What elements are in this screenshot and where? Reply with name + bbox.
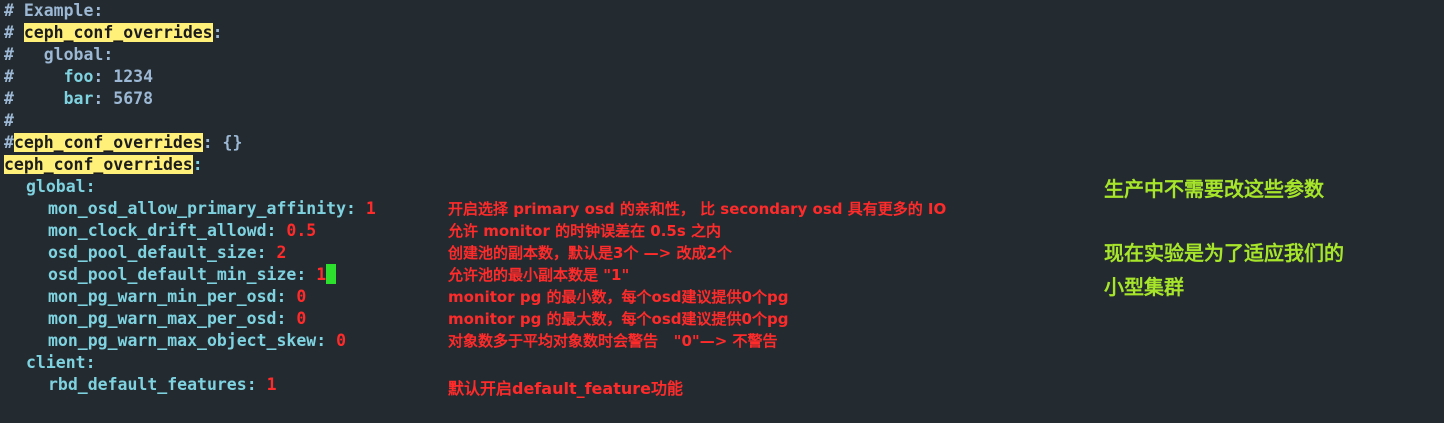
comment-example: # Example: [4, 1, 104, 20]
comment-hash: # [4, 23, 14, 42]
colon: : [212, 23, 223, 42]
comment-global: # global: [4, 45, 114, 64]
side-note-line-3: 小型集群 [1104, 275, 1184, 299]
param-line: osd_pool_default_size: 2 [48, 243, 287, 262]
comment-foo: # foo: 1234 [4, 66, 376, 88]
global-section: global: [26, 177, 96, 196]
param-key: mon_pg_warn_max_object_skew [48, 331, 317, 350]
param-value: 0 [296, 287, 307, 306]
client-section: client: [26, 353, 96, 372]
annotation-rbd-features: 默认开启default_feature功能 [448, 379, 683, 398]
param-value: 1 [316, 265, 327, 284]
commented-default: #ceph_conf_overrides: {} [4, 132, 376, 154]
side-note-line-2: 现在实验是为了适应我们的 [1104, 241, 1344, 265]
param-line: osd_pool_default_min_size: 1 [4, 264, 376, 286]
highlighted-key: ceph_conf_overrides [13, 133, 203, 152]
comment-hash: # [4, 133, 14, 152]
param-line: mon_pg_warn_min_per_osd: 0 [48, 287, 307, 306]
param-key: mon_clock_drift_allowd [48, 221, 267, 240]
param-line: mon_osd_allow_primary_affinity: 1 [48, 199, 376, 218]
param-line: mon_pg_warn_max_per_osd: 0 [48, 309, 307, 328]
yaml-editor[interactable]: # Example: # ceph_conf_overrides: # glob… [4, 0, 376, 396]
comment-bar: # bar: 5678 [4, 88, 376, 110]
annotation-pg-max: monitor pg 的最大数，每个osd建议提供0个pg [448, 310, 789, 328]
text-cursor [326, 264, 337, 284]
comment-bar-value: : 5678 [93, 89, 154, 108]
param-value: 1 [266, 375, 277, 394]
param-key: mon_pg_warn_max_per_osd [48, 309, 277, 328]
side-note-line-1: 生产中不需要改这些参数 [1104, 177, 1324, 201]
param-key: mon_pg_warn_min_per_osd [48, 287, 277, 306]
comment-ceph-conf-overrides: # ceph_conf_overrides: [4, 22, 376, 44]
param-value: 0 [296, 309, 307, 328]
annotation-clock-drift: 允许 monitor 的时钟误差在 0.5s 之内 [448, 222, 722, 240]
param-key: mon_osd_allow_primary_affinity [48, 199, 347, 218]
comment-prefix: # [4, 67, 64, 86]
param-key: osd_pool_default_size [48, 243, 257, 262]
comment-blank: # [4, 111, 14, 130]
highlighted-key: ceph_conf_overrides [4, 155, 193, 174]
colon: : [192, 155, 203, 174]
param-value: 0 [336, 331, 347, 350]
comment-foo-key: foo [63, 67, 94, 86]
active-overrides-key: ceph_conf_overrides: [4, 154, 376, 176]
commented-default-rest: : {} [202, 133, 243, 152]
param-value: 0.5 [286, 221, 317, 240]
annotation-primary-affinity: 开启选择 primary osd 的亲和性， 比 secondary osd 具… [448, 200, 947, 218]
highlighted-key: ceph_conf_overrides [23, 23, 213, 42]
annotation-pg-min: monitor pg 的最小数，每个osd建议提供0个pg [448, 288, 789, 306]
param-value: 1 [365, 199, 376, 218]
param-line: mon_pg_warn_max_object_skew: 0 [48, 331, 347, 350]
comment-foo-value: : 1234 [93, 67, 154, 86]
param-line: rbd_default_features: 1 [48, 375, 277, 394]
annotation-object-skew: 对象数多于平均对象数时会警告 "0"—> 不警告 [448, 332, 778, 350]
param-key: rbd_default_features [48, 375, 247, 394]
param-key: osd_pool_default_min_size [48, 265, 297, 284]
param-line: mon_clock_drift_allowd: 0.5 [48, 221, 317, 240]
annotation-pool-size: 创建池的副本数，默认是3个 —> 改成2个 [448, 244, 732, 262]
param-value: 2 [276, 243, 287, 262]
comment-bar-key: bar [63, 89, 94, 108]
annotation-pool-min-size: 允许池的最小副本数是 "1" [448, 266, 630, 284]
comment-prefix: # [4, 89, 64, 108]
